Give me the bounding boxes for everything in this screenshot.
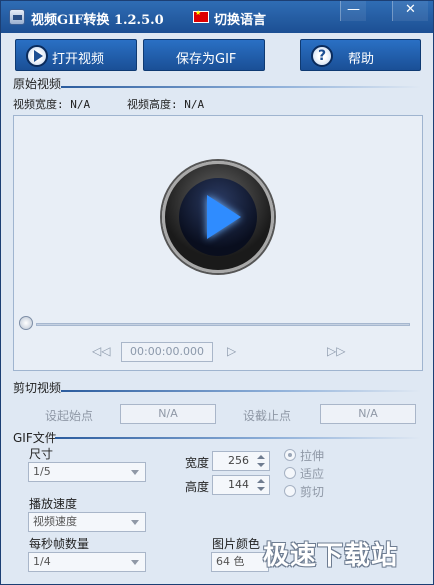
play-icon xyxy=(207,195,241,239)
height-label: 高度 xyxy=(185,480,210,494)
chevron-down-icon[interactable] xyxy=(257,463,265,467)
stretch-radio-label: 拉伸 xyxy=(300,449,325,463)
app-window: 视频GIF转换 1.2.5.0 切换语言 — ✕ 打开视频 保存为GIF ? 帮… xyxy=(0,0,434,585)
speed-label: 播放速度 xyxy=(29,497,78,511)
size-select-value: 1/5 xyxy=(33,465,51,478)
height-value: 144 xyxy=(228,478,249,491)
speed-select-value: 视频速度 xyxy=(33,515,77,528)
section-divider xyxy=(61,86,421,88)
close-button[interactable]: ✕ xyxy=(392,1,428,21)
seek-slider-thumb[interactable] xyxy=(19,316,33,330)
fps-select[interactable]: 1/4 xyxy=(28,552,146,572)
fps-select-value: 1/4 xyxy=(33,555,51,568)
width-label: 宽度 xyxy=(185,456,210,470)
width-value: 256 xyxy=(228,454,249,467)
end-point-field: N/A xyxy=(320,404,416,424)
rewind-icon[interactable]: ◁◁ xyxy=(92,344,110,358)
help-icon: ? xyxy=(311,45,333,67)
window-title: 视频GIF转换 1.2.5.0 xyxy=(31,13,164,28)
play-circle-icon xyxy=(26,45,48,67)
crop-radio-label: 剪切 xyxy=(300,485,325,499)
set-start-label[interactable]: 设起始点 xyxy=(45,407,93,424)
title-bar[interactable]: 视频GIF转换 1.2.5.0 切换语言 — ✕ xyxy=(1,1,433,33)
color-select-value: 64 色 xyxy=(216,555,245,568)
gif-section-title: GIF文件 xyxy=(13,431,57,445)
section-divider xyxy=(55,437,421,439)
switch-language-button[interactable]: 切换语言 xyxy=(214,9,266,28)
source-section-title: 原始视频 xyxy=(13,77,62,91)
start-point-field: N/A xyxy=(120,404,216,424)
video-height-info: 视频高度: N/A xyxy=(127,98,205,111)
minimize-button[interactable]: — xyxy=(340,1,366,21)
chevron-up-icon[interactable] xyxy=(257,479,265,483)
chevron-down-icon xyxy=(131,560,139,565)
video-width-info: 视频宽度: N/A xyxy=(13,98,91,111)
current-time-display: 00:00:00.000 xyxy=(121,342,213,362)
save-gif-button[interactable]: 保存为GIF xyxy=(143,39,265,71)
open-video-label: 打开视频 xyxy=(52,52,105,67)
size-select[interactable]: 1/5 xyxy=(28,462,146,482)
seek-slider-track[interactable] xyxy=(36,323,410,326)
watermark-logo: 极速下载站 xyxy=(263,541,399,571)
color-label: 图片颜色 xyxy=(212,537,261,551)
set-end-label[interactable]: 设截止点 xyxy=(243,407,291,424)
chevron-down-icon xyxy=(131,470,139,475)
chevron-down-icon xyxy=(131,520,139,525)
height-stepper[interactable]: 144 xyxy=(212,475,270,495)
help-button[interactable]: ? 帮助 xyxy=(300,39,421,71)
open-video-button[interactable]: 打开视频 xyxy=(15,39,137,71)
video-preview[interactable]: ◁◁ 00:00:00.000 ▷ ▷▷ xyxy=(13,115,423,371)
size-label: 尺寸 xyxy=(29,447,54,461)
stretch-radio[interactable] xyxy=(284,449,296,461)
fps-label: 每秒帧数量 xyxy=(29,537,90,551)
help-label: 帮助 xyxy=(348,52,375,67)
app-icon xyxy=(9,9,25,25)
chevron-down-icon[interactable] xyxy=(257,487,265,491)
big-play-button[interactable] xyxy=(162,161,274,273)
fit-radio[interactable] xyxy=(284,467,296,479)
trim-section-title: 剪切视频 xyxy=(13,381,62,395)
chevron-up-icon[interactable] xyxy=(257,455,265,459)
speed-select[interactable]: 视频速度 xyxy=(28,512,146,532)
fast-forward-icon[interactable]: ▷▷ xyxy=(327,344,345,358)
crop-radio[interactable] xyxy=(284,485,296,497)
fit-radio-label: 适应 xyxy=(300,467,325,481)
china-flag-icon[interactable] xyxy=(193,9,209,23)
save-gif-label: 保存为GIF xyxy=(176,52,237,67)
section-divider xyxy=(61,390,421,392)
step-play-icon[interactable]: ▷ xyxy=(227,344,236,358)
width-stepper[interactable]: 256 xyxy=(212,451,270,471)
color-select[interactable]: 64 色 xyxy=(211,552,269,572)
